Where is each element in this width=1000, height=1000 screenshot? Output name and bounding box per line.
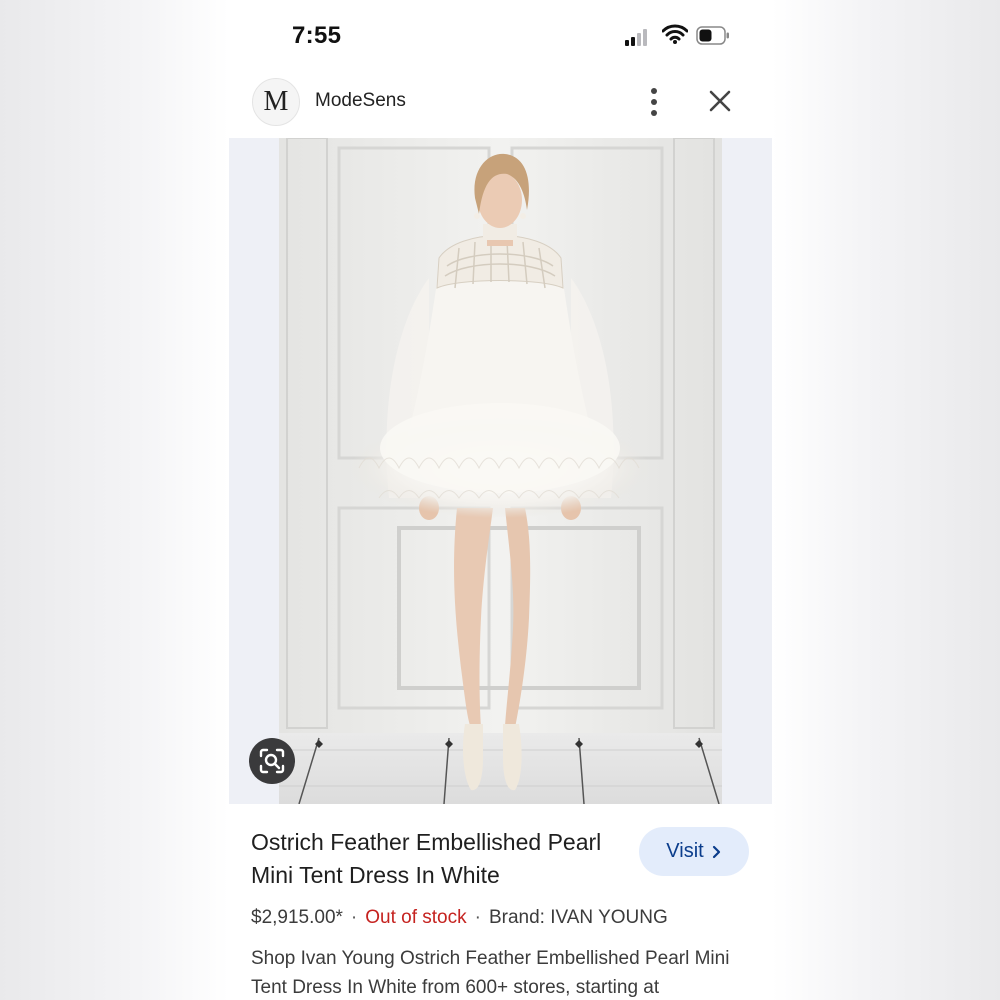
separator: · [474, 907, 481, 928]
site-name[interactable]: ModeSens [315, 90, 406, 112]
separator: · [350, 907, 358, 928]
product-image-area [229, 138, 772, 804]
product-photo[interactable] [279, 138, 722, 804]
visit-button[interactable]: Visit [639, 827, 749, 876]
more-vertical-icon[interactable] [643, 86, 665, 118]
google-lens-icon[interactable] [249, 738, 295, 784]
stock-status: Out of stock [365, 907, 467, 928]
product-meta: $2,915.00* · Out of stock · Brand: IVAN YOUN… [251, 907, 668, 929]
chevron-right-icon [712, 845, 720, 858]
background-right [772, 0, 1000, 1000]
close-icon[interactable] [707, 88, 733, 114]
product-price: $2,915.00* [251, 907, 343, 928]
visit-label: Visit [666, 840, 704, 862]
cellular-signal-icon [625, 28, 651, 46]
background-left [0, 0, 229, 1000]
site-logo[interactable]: M [252, 78, 300, 126]
product-title[interactable]: Ostrich Feather Embellished Pearl Mini T… [251, 826, 621, 892]
product-description: Shop Ivan Young Ostrich Feather Embellis… [251, 948, 730, 998]
battery-icon [696, 26, 729, 45]
product-brand: Brand: IVAN YOUNG [488, 907, 668, 928]
wifi-icon [662, 24, 688, 44]
status-time: 7:55 [292, 22, 342, 49]
phone-screen: 7:55 M ModeSens Ostrich Feather Embellis… [229, 0, 772, 1000]
